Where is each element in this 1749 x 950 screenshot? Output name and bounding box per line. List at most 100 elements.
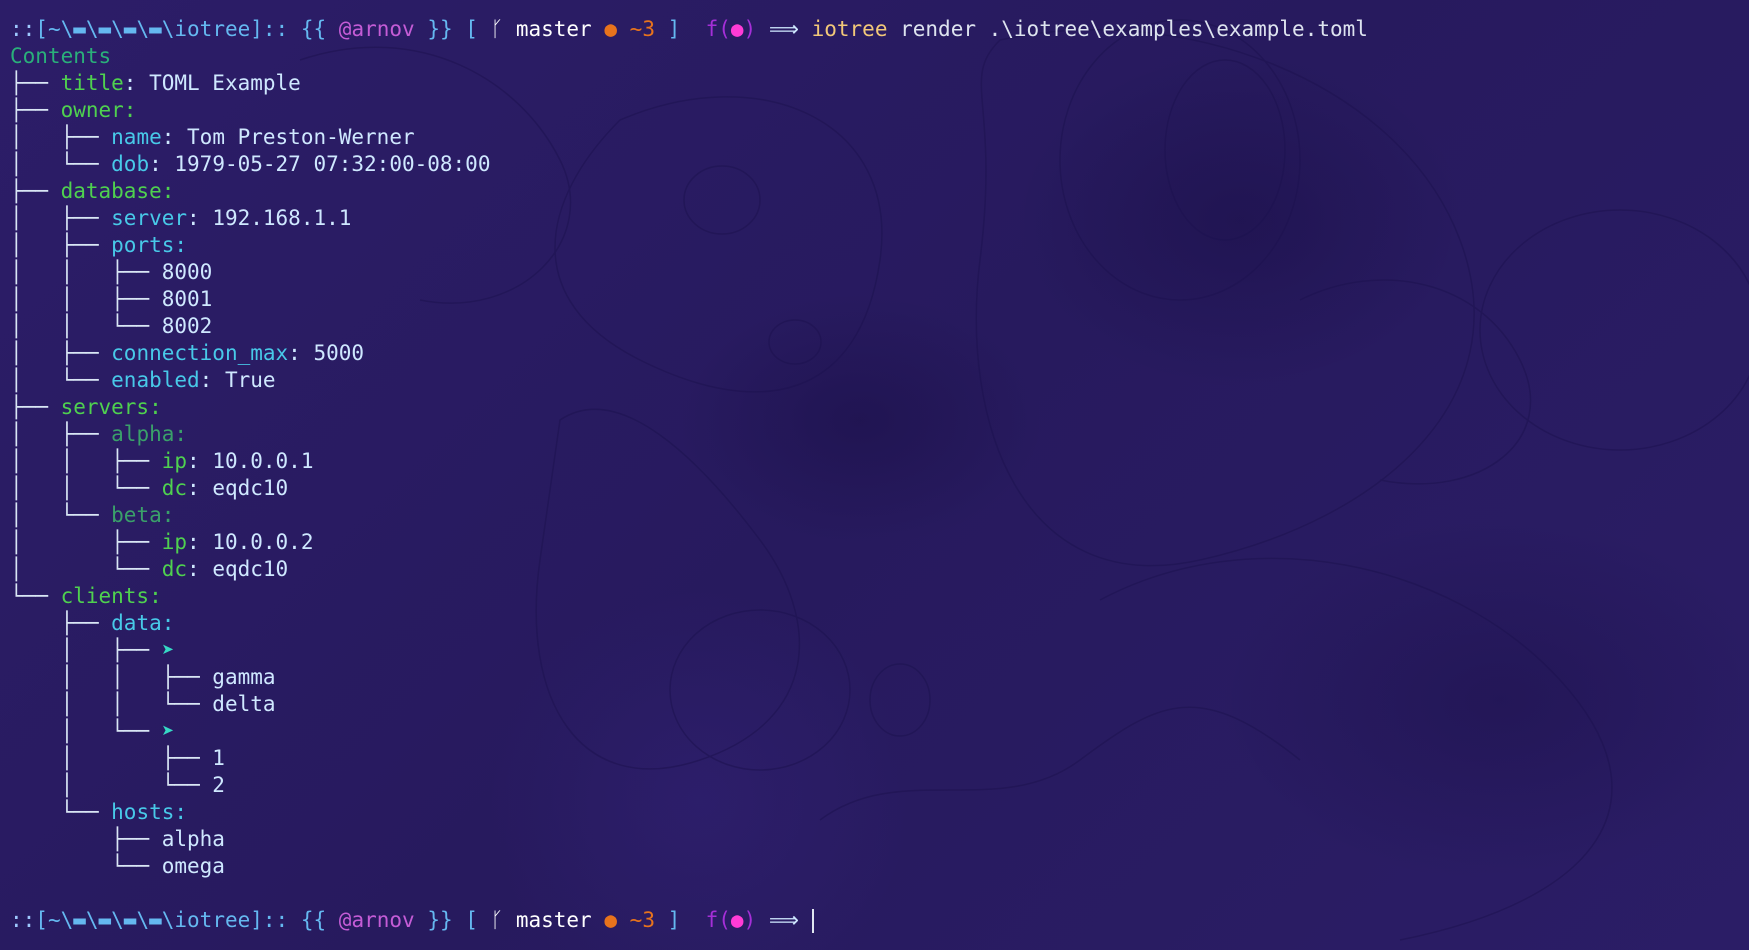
tree-row: │ └── ➤	[10, 719, 175, 743]
prompt-path-close: ]::	[250, 908, 289, 932]
prompt-path-close: ]::	[250, 17, 289, 41]
tree-row: │ │ ├── 8001	[10, 287, 213, 311]
tree-key: hosts:	[111, 800, 188, 824]
tree-value: 1979-05-27 07:32:00-08:00	[174, 152, 491, 176]
prompt-line: ::[~\▬\▬\▬\▬\iotree]:: {{ @arnov }} [ ᚴ …	[10, 16, 1740, 43]
prompt-brace-open: {{	[300, 17, 327, 41]
tree-key: data:	[111, 611, 175, 635]
tree-row: ├── servers:	[10, 395, 162, 419]
prompt-branch: master	[515, 17, 592, 41]
command-name: iotree	[811, 17, 888, 41]
tree-root: Contents	[10, 44, 112, 68]
prompt-bracket-open: [	[465, 17, 478, 41]
tree-key: servers:	[60, 395, 162, 419]
prompt-arrow: ⟹	[768, 908, 799, 932]
command-args: render .\iotree\examples\example.toml	[900, 17, 1368, 41]
tree-row: │ ├── ports:	[10, 233, 188, 257]
tree-key: alpha:	[111, 422, 188, 446]
prompt-path-open: [~\	[35, 908, 74, 932]
tree-row: └── hosts:	[10, 800, 188, 824]
tree-key: dob	[111, 152, 150, 176]
tree-key: dc	[161, 557, 188, 581]
tree-key: dc	[161, 476, 188, 500]
tree-value: delta	[212, 692, 276, 716]
prompt-brace-close: }}	[427, 908, 453, 932]
prompt-user: @arnov	[338, 908, 415, 932]
prompt-prefix: ::	[10, 17, 36, 41]
git-branch-icon: ᚴ	[490, 908, 504, 932]
tree-value: TOML Example	[149, 71, 301, 95]
tree-row: └── clients:	[10, 584, 162, 608]
prompt-bracket-close: ]	[667, 17, 681, 41]
prompt-changes: ~3	[629, 17, 655, 41]
tree-row: ├── owner:	[10, 98, 137, 122]
tree-key: ip	[161, 449, 188, 473]
tree-row: │ │ ├── gamma	[10, 665, 276, 689]
tree-row: │ │ └── dc: eqdc10	[10, 476, 289, 500]
tree-row: │ └── 2	[10, 773, 225, 797]
tree-value: 5000	[313, 341, 365, 365]
tree-value: omega	[161, 854, 225, 878]
tree-value: 8001	[161, 287, 213, 311]
prompt-brace-close: }}	[427, 17, 453, 41]
tree-row: │ ├── server: 192.168.1.1	[10, 206, 352, 230]
tree-row: │ │ ├── 8000	[10, 260, 213, 284]
tree-key: database:	[60, 179, 175, 203]
tree-value: 2	[212, 773, 225, 797]
tree-value: 10.0.0.2	[212, 530, 314, 554]
tree-key: owner:	[60, 98, 137, 122]
active-prompt-line[interactable]: ::[~\▬\▬\▬\▬\iotree]:: {{ @arnov }} [ ᚴ …	[10, 907, 1740, 934]
tree-row: │ ├── 1	[10, 746, 225, 770]
tree-key: connection_max	[111, 341, 289, 365]
tree-row: ├── alpha	[10, 827, 225, 851]
tree-row: │ ├── connection_max: 5000	[10, 341, 365, 365]
tree-row: │ ├── name: Tom Preston-Werner	[10, 125, 415, 149]
tree-row: └── omega	[10, 854, 225, 878]
tree-key: clients:	[60, 584, 162, 608]
tree-row: │ └── enabled: True	[10, 368, 276, 392]
tree-key: title	[60, 71, 124, 95]
prompt-changes: ~3	[629, 908, 655, 932]
prompt-dir: iotree	[174, 908, 251, 932]
tree-row: │ │ └── 8002	[10, 314, 213, 338]
tree-row: │ ├── ip: 10.0.0.2	[10, 530, 314, 554]
tree-value: Tom Preston-Werner	[187, 125, 415, 149]
status-dot-icon: ●	[604, 17, 618, 41]
folder-icon: ▬\▬\▬\▬\	[73, 908, 175, 932]
prompt-function-label: f(●)	[705, 17, 757, 41]
tree-row: ├── database:	[10, 179, 175, 203]
tree-key: ports:	[111, 233, 188, 257]
folder-icon: ▬\▬\▬\▬\	[73, 17, 175, 41]
tree-value: 192.168.1.1	[212, 206, 352, 230]
tree-key: server	[111, 206, 188, 230]
tree-row: │ └── dob: 1979-05-27 07:32:00-08:00	[10, 152, 491, 176]
tree-row: │ │ ├── ip: 10.0.0.1	[10, 449, 314, 473]
tree-value: eqdc10	[212, 476, 289, 500]
tree-key: beta:	[111, 503, 175, 527]
prompt-path-open: [~\	[35, 17, 74, 41]
prompt-bracket-close: ]	[667, 908, 681, 932]
text-cursor[interactable]	[811, 909, 814, 933]
tree-value: 1	[212, 746, 225, 770]
prompt-prefix: ::	[10, 908, 36, 932]
tree-value: gamma	[212, 665, 276, 689]
tree-row: ├── title: TOML Example	[10, 71, 301, 95]
tree-row: │ └── beta:	[10, 503, 175, 527]
tree-row: ├── data:	[10, 611, 175, 635]
tree-value: alpha	[161, 827, 225, 851]
tree-key: name	[111, 125, 162, 149]
tree-row: │ ├── alpha:	[10, 422, 188, 446]
tree-key: enabled	[111, 368, 200, 392]
prompt-bracket-open: [	[465, 908, 478, 932]
tree-value: 8000	[161, 260, 213, 284]
tree-value: True	[224, 368, 276, 392]
tree-value: eqdc10	[212, 557, 289, 581]
prompt-arrow: ⟹	[768, 17, 799, 41]
tree-row: │ │ └── delta	[10, 692, 276, 716]
prompt-function-label: f(●)	[705, 908, 757, 932]
git-branch-icon: ᚴ	[490, 17, 504, 41]
prompt-branch: master	[515, 908, 592, 932]
prompt-brace-open: {{	[300, 908, 327, 932]
tree-value: 8002	[161, 314, 213, 338]
